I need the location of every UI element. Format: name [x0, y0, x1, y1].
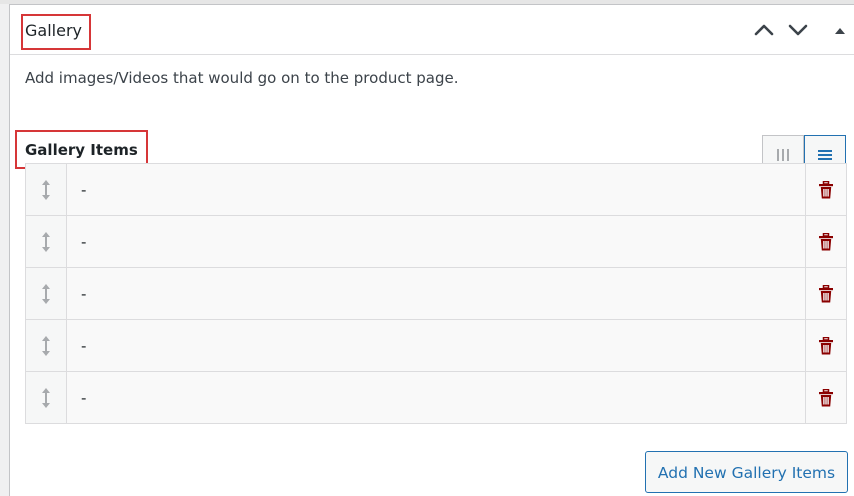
drag-handle-icon [42, 179, 50, 200]
delete-item-button[interactable] [805, 320, 846, 371]
drag-handle-icon [42, 387, 50, 408]
chevron-down-icon [788, 24, 808, 36]
gallery-item-row: - [26, 268, 846, 320]
gallery-item-label[interactable]: - [67, 320, 805, 371]
move-up-button[interactable] [753, 19, 775, 41]
drag-handle[interactable] [26, 164, 67, 215]
delete-item-button[interactable] [805, 268, 846, 319]
delete-item-button[interactable] [805, 216, 846, 267]
gallery-item-row: - [26, 320, 846, 372]
list-icon [818, 149, 832, 160]
drag-handle[interactable] [26, 268, 67, 319]
drag-handle[interactable] [26, 372, 67, 423]
trash-icon [819, 232, 833, 250]
panel-header: Gallery [10, 5, 854, 55]
toggle-arrow-up-icon [835, 28, 845, 34]
gallery-item-row: - [26, 216, 846, 268]
gallery-item-row: - [26, 164, 846, 216]
drag-handle[interactable] [26, 216, 67, 267]
trash-icon [819, 388, 833, 406]
drag-handle-icon [42, 283, 50, 304]
gallery-item-label[interactable]: - [67, 268, 805, 319]
delete-item-button[interactable] [805, 372, 846, 423]
panel-description: Add images/Videos that would go on to th… [25, 69, 459, 87]
gallery-item-label[interactable]: - [67, 216, 805, 267]
drag-handle[interactable] [26, 320, 67, 371]
panel-title: Gallery [25, 21, 82, 40]
toggle-panel-button[interactable] [829, 19, 851, 41]
trash-icon [819, 180, 833, 198]
gallery-item-label[interactable]: - [67, 164, 805, 215]
trash-icon [819, 336, 833, 354]
columns-icon [777, 149, 789, 161]
gallery-item-row: - [26, 372, 846, 423]
add-new-gallery-items-button[interactable]: Add New Gallery Items [645, 451, 848, 493]
gallery-panel: Gallery Add images/Videos that would go … [9, 4, 854, 496]
gallery-item-label[interactable]: - [67, 372, 805, 423]
gallery-items-title: Gallery Items [25, 141, 138, 159]
drag-handle-icon [42, 335, 50, 356]
trash-icon [819, 284, 833, 302]
move-down-button[interactable] [787, 19, 809, 41]
drag-handle-icon [42, 231, 50, 252]
gallery-items-table: ----- [25, 163, 847, 424]
chevron-up-icon [754, 24, 774, 36]
delete-item-button[interactable] [805, 164, 846, 215]
